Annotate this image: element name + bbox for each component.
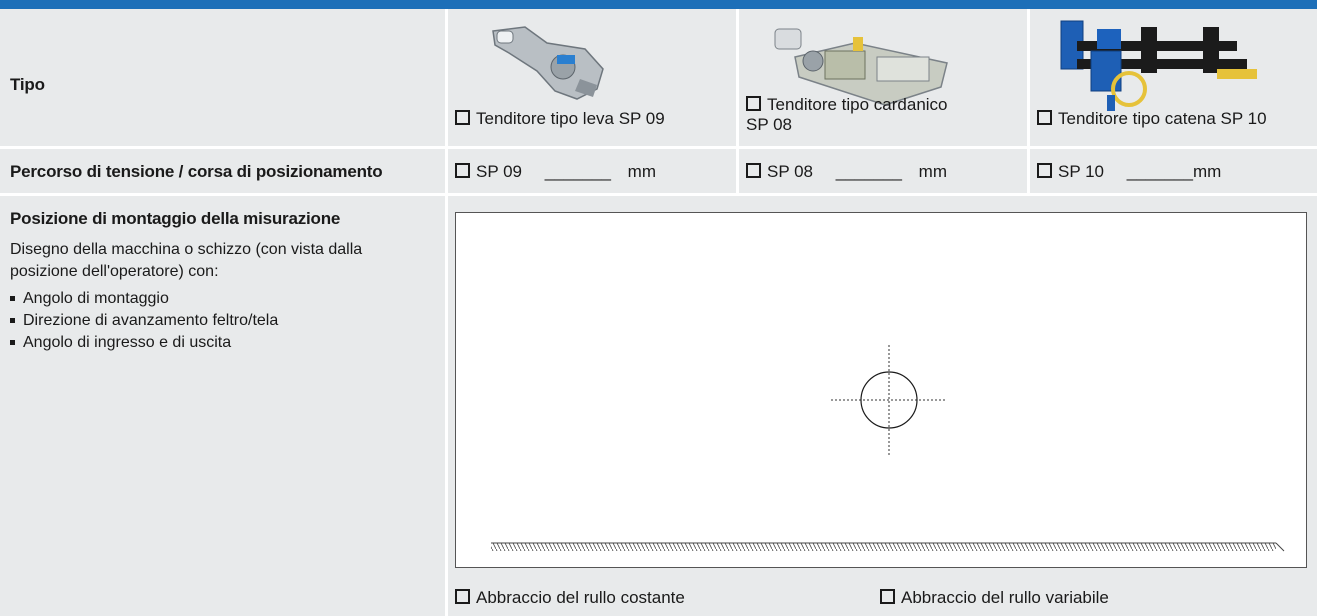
option-lever-tensioner[interactable]: Tenditore tipo leva SP 09 xyxy=(455,109,665,129)
field-prefix: SP 09 xyxy=(476,162,523,181)
checkbox[interactable] xyxy=(455,163,470,178)
ground-line-end xyxy=(1275,542,1285,552)
tipo-label: Tipo xyxy=(10,75,45,94)
checkbox[interactable] xyxy=(880,589,895,604)
checkbox[interactable] xyxy=(1037,163,1052,178)
checkbox[interactable] xyxy=(746,96,761,111)
header-accent-bar xyxy=(0,0,1317,9)
bullet-item: Angolo di montaggio xyxy=(10,288,278,310)
cell-divider xyxy=(1027,149,1030,193)
option-label: Tenditore tipo catena SP 10 xyxy=(1058,109,1267,128)
cell-divider xyxy=(445,149,448,193)
option-abbraccio-variabile[interactable]: Abbraccio del rullo variabile xyxy=(880,588,1109,608)
field-prefix: SP 10 xyxy=(1058,162,1105,181)
option-label: Tenditore tipo leva SP 09 xyxy=(476,109,665,128)
bullet-item: Direzione di avanzamento feltro/tela xyxy=(10,310,278,332)
checkbox[interactable] xyxy=(455,589,470,604)
cell-divider xyxy=(736,149,739,193)
bullet-item: Angolo di ingresso e di uscita xyxy=(10,332,278,354)
posizione-title: Posizione di montaggio della misurazione xyxy=(10,209,341,228)
field-blank[interactable]: _______ xyxy=(1127,162,1193,181)
cell-divider xyxy=(445,196,448,616)
field-blank[interactable]: _______ xyxy=(545,162,611,181)
sketch-drawing-area[interactable] xyxy=(455,212,1307,568)
field-sp09[interactable]: SP 09 _______ mm xyxy=(455,162,656,182)
option-label: Abbraccio del rullo variabile xyxy=(901,588,1109,607)
option-label: Tenditore tipo cardanico xyxy=(767,95,948,114)
chain-tensioner-image xyxy=(1060,20,1257,111)
percorso-label: Percorso di tensione / corsa di posizion… xyxy=(10,162,383,181)
field-unit: mm xyxy=(627,162,656,181)
field-unit: mm xyxy=(918,162,947,181)
field-sp10[interactable]: SP 10 _______mm xyxy=(1037,162,1221,182)
checkbox[interactable] xyxy=(455,110,470,125)
posizione-bullets: Angolo di montaggio Direzione di avanzam… xyxy=(10,288,278,354)
option-label-line2: SP 08 xyxy=(746,115,793,134)
checkbox[interactable] xyxy=(746,163,761,178)
posizione-description: Disegno della macchina o schizzo (con vi… xyxy=(10,239,440,283)
field-sp08[interactable]: SP 08 _______ mm xyxy=(746,162,947,182)
field-unit: mm xyxy=(1192,162,1222,181)
cell-divider xyxy=(736,9,739,146)
cell-divider xyxy=(445,9,448,146)
option-abbraccio-costante[interactable]: Abbraccio del rullo costante xyxy=(455,588,685,608)
option-label: Abbraccio del rullo costante xyxy=(476,588,685,607)
lever-tensioner-image xyxy=(492,26,604,100)
field-blank[interactable]: _______ xyxy=(836,162,902,181)
row-tipo: Tipo Tenditore tipo leva SP 09 Tenditore… xyxy=(0,9,1317,146)
checkbox[interactable] xyxy=(1037,110,1052,125)
option-chain-tensioner[interactable]: Tenditore tipo catena SP 10 xyxy=(1037,109,1267,129)
field-prefix: SP 08 xyxy=(767,162,814,181)
roll-sketch xyxy=(491,345,1285,552)
cell-divider xyxy=(1027,9,1030,146)
row-percorso: Percorso di tensione / corsa di posizion… xyxy=(0,149,1317,193)
option-cardan-tensioner[interactable]: Tenditore tipo cardanico SP 08 xyxy=(746,95,948,135)
description-line: posizione dell'operatore) con: xyxy=(10,263,219,280)
description-line: Disegno della macchina o schizzo (con vi… xyxy=(10,241,363,258)
ground-hatch xyxy=(491,543,1276,551)
